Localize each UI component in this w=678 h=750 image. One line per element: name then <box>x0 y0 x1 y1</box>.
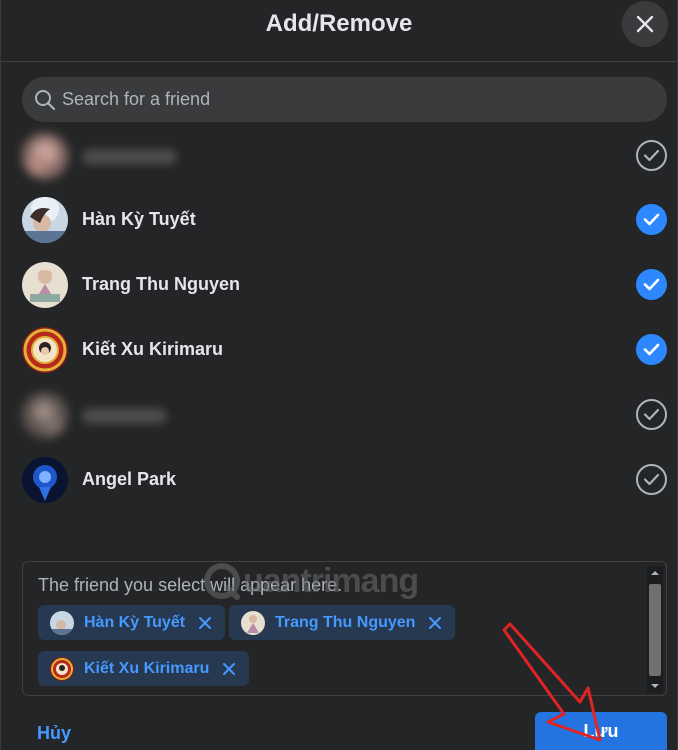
avatar <box>22 327 68 373</box>
check-icon <box>643 343 660 356</box>
check-icon <box>643 408 660 421</box>
avatar <box>22 133 68 179</box>
friend-name-redacted <box>82 408 167 424</box>
friend-checkbox[interactable] <box>636 269 667 300</box>
search-input[interactable] <box>62 89 667 110</box>
friend-name-redacted <box>82 149 177 165</box>
friend-row[interactable]: Kiết Xu Kirimaru <box>1 319 678 383</box>
remove-chip-icon[interactable] <box>197 615 213 631</box>
check-icon <box>643 473 660 486</box>
add-remove-dialog: Add/Remove Search for a friend Hàn Kỳ Tu… <box>0 0 678 750</box>
friend-row[interactable] <box>1 125 678 189</box>
friend-checkbox[interactable] <box>636 204 667 235</box>
check-icon <box>643 149 660 162</box>
close-button[interactable] <box>622 1 668 47</box>
selected-hint: The friend you select will appear here. <box>38 575 343 595</box>
friend-name: Angel Park <box>82 469 177 489</box>
search-bar <box>22 77 667 122</box>
selected-chip: Trang Thu Nguyen <box>229 605 456 640</box>
friend-row[interactable]: Angel Park <box>1 449 678 513</box>
friend-row[interactable] <box>1 384 678 448</box>
avatar <box>22 457 68 503</box>
friend-checkbox[interactable] <box>636 334 667 365</box>
scroll-up-icon[interactable] <box>647 566 663 580</box>
chip-label: Hàn Kỳ Tuyết <box>84 613 186 631</box>
friend-row[interactable]: Trang Thu Nguyen <box>1 254 678 318</box>
selected-friends-box: The friend you select will appear here. … <box>22 561 667 696</box>
check-icon <box>643 278 660 291</box>
scrollbar-thumb[interactable] <box>649 584 661 676</box>
remove-chip-icon[interactable] <box>221 661 237 677</box>
save-button[interactable]: Lưu <box>535 712 667 750</box>
friend-checkbox[interactable] <box>636 399 667 430</box>
dialog-title: Add/Remove <box>265 10 413 37</box>
selected-scrollbar[interactable] <box>647 566 663 693</box>
friend-checkbox[interactable] <box>636 464 667 495</box>
friend-name: Trang Thu Nguyen <box>82 274 241 294</box>
chip-avatar <box>50 610 74 635</box>
friend-row[interactable]: Hàn Kỳ Tuyết <box>1 189 678 253</box>
avatar <box>22 392 68 438</box>
cancel-button[interactable]: Hủy <box>37 723 71 744</box>
search-icon <box>35 89 56 110</box>
close-icon <box>636 15 654 33</box>
chip-label: Kiết Xu Kirimaru <box>84 659 210 677</box>
dialog-header: Add/Remove <box>1 0 677 62</box>
avatar <box>22 262 68 308</box>
avatar <box>22 197 68 243</box>
chip-avatar <box>50 656 74 681</box>
check-icon <box>643 213 660 226</box>
selected-chip: Hàn Kỳ Tuyết <box>38 605 226 640</box>
friend-checkbox[interactable] <box>636 140 667 171</box>
chip-label: Trang Thu Nguyen <box>275 613 416 631</box>
scroll-down-icon[interactable] <box>647 679 663 693</box>
remove-chip-icon[interactable] <box>427 615 443 631</box>
friend-name: Kiết Xu Kirimaru <box>82 339 224 359</box>
chip-avatar <box>241 610 265 635</box>
friend-name: Hàn Kỳ Tuyết <box>82 209 196 229</box>
selected-chip: Kiết Xu Kirimaru <box>38 651 250 686</box>
